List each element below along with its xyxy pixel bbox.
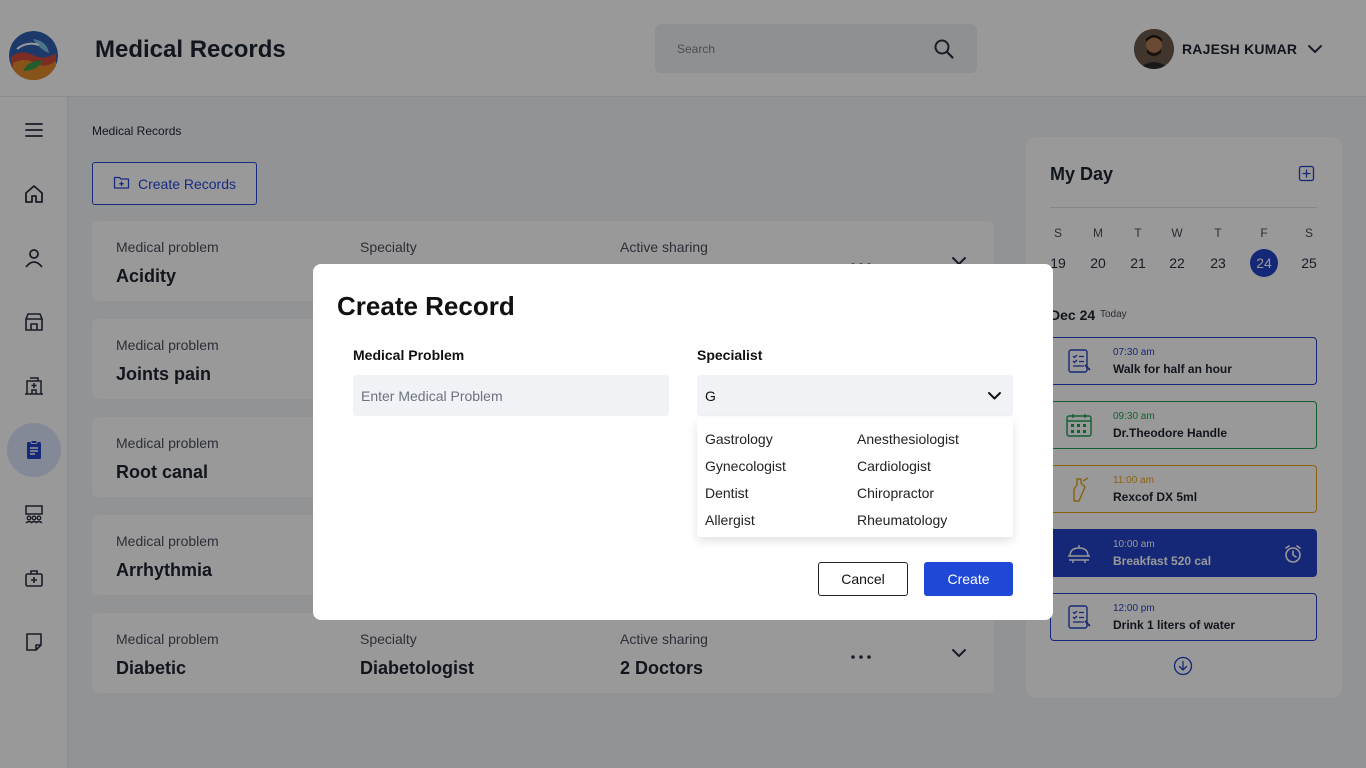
create-record-dialog: Create Record Medical Problem Specialist…	[313, 264, 1053, 620]
dialog-title: Create Record	[337, 291, 515, 321]
specialist-option[interactable]: Cardiologist	[857, 458, 931, 474]
chevron-down-icon[interactable]	[985, 386, 1004, 405]
specialist-label: Specialist	[697, 347, 763, 363]
specialist-option[interactable]: Allergist	[705, 512, 755, 528]
specialist-option[interactable]: Chiropractor	[857, 485, 934, 501]
specialist-option[interactable]: Gynecologist	[705, 458, 786, 474]
specialist-option[interactable]: Gastrology	[705, 431, 773, 447]
medical-problem-label: Medical Problem	[353, 347, 465, 363]
cancel-button[interactable]: Cancel	[818, 562, 908, 596]
specialist-option[interactable]: Anesthesiologist	[857, 431, 959, 447]
specialist-value: G	[705, 388, 716, 404]
medical-problem-input[interactable]	[353, 375, 669, 416]
specialist-select[interactable]: G	[697, 375, 1013, 416]
specialist-option[interactable]: Rheumatology	[857, 512, 947, 528]
specialist-options: Gastrology Gynecologist Dentist Allergis…	[697, 418, 1013, 537]
create-button[interactable]: Create	[924, 562, 1013, 596]
specialist-option[interactable]: Dentist	[705, 485, 749, 501]
